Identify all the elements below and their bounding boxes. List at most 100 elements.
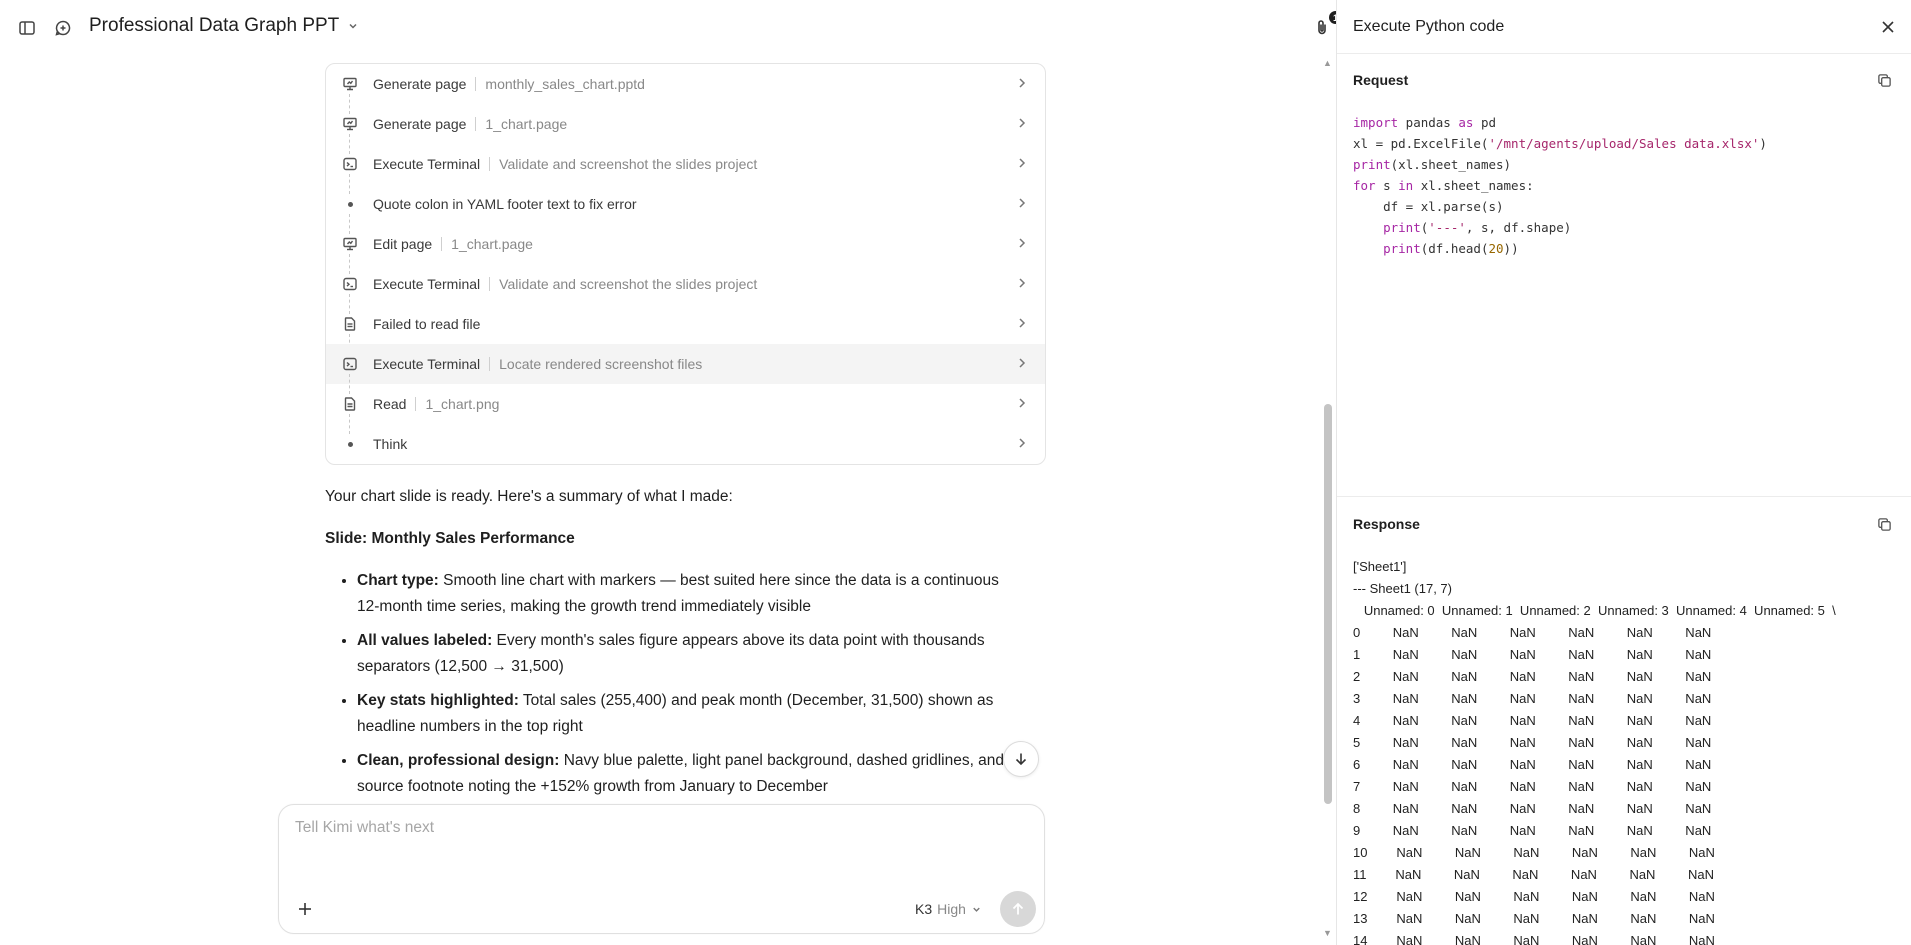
chevron-right-icon [1015,396,1029,413]
code-token: (xl.sheet_names) [1390,157,1512,172]
step-separator [475,117,477,131]
chevron-right-icon [1015,156,1029,173]
step-action: Failed to read file [373,316,481,332]
panel-divider [1337,496,1911,497]
code-token: as [1458,115,1474,130]
code-token: pandas [1398,115,1459,130]
code-token: df = xl.parse(s) [1353,199,1504,214]
copy-response-button[interactable] [1875,515,1893,533]
code-token: , s, df.shape) [1465,220,1572,235]
step-detail: 1_chart.png [425,396,500,412]
reply-bullet: Chart type: Smooth line chart with marke… [357,568,1025,620]
code-token: '/mnt/agents/upload/Sales data.xlsx' [1488,136,1760,151]
code-token: for [1353,178,1376,193]
reply-bullet-list: Chart type: Smooth line chart with marke… [325,568,1025,800]
plus-icon [299,903,311,915]
step-action: Read [373,396,407,412]
panel-title: Execute Python code [1353,18,1505,35]
step-row[interactable]: Failed to read file [326,304,1045,354]
code-token: (df.head( [1420,241,1489,256]
reply-bullet-label: Clean, professional design: [357,752,560,769]
chevron-right-icon [1015,116,1029,133]
reply-bullet-label: Key stats highlighted: [357,692,519,709]
step-row[interactable]: Execute Terminal Validate and screenshot … [326,144,1045,194]
main-scrollbar[interactable]: ▲ ▼ [1321,56,1335,940]
terminal-icon [341,275,359,293]
chevron-right-icon [1015,436,1029,453]
file-icon [341,315,359,333]
scroll-up-icon[interactable]: ▲ [1323,58,1332,68]
step-row[interactable]: Generate page monthly_sales_chart.pptd [326,64,1045,114]
code-token: print [1383,241,1421,256]
code-token: pd [1473,115,1497,130]
close-icon [1882,21,1894,33]
chevron-right-icon [1015,236,1029,253]
copy-icon [1877,73,1891,87]
step-detail: 1_chart.page [485,116,568,132]
message-composer: K3 High [278,804,1045,934]
reply-bullet: Key stats highlighted: Total sales (255,… [357,688,1025,740]
code-token: )) [1503,241,1519,256]
request-code: import pandas as pd xl = pd.ExcelFile('/… [1353,112,1767,259]
add-attachment-button[interactable] [293,897,317,921]
model-level: High [937,901,966,917]
step-action: Execute Terminal [373,356,481,372]
step-separator [415,397,417,411]
send-button[interactable] [1000,891,1036,927]
copy-icon [1877,517,1891,531]
code-token: in [1398,178,1414,193]
terminal-icon [341,355,359,373]
chevron-right-icon [1015,316,1029,333]
step-row[interactable]: Quote colon in YAML footer text to fix e… [326,184,1045,234]
model-selector[interactable]: K3 High [915,901,982,917]
reply-bullet-label: Chart type: [357,572,439,589]
step-row[interactable]: Execute Terminal Locate rendered screensh… [326,344,1045,394]
chevron-right-icon [1015,276,1029,293]
arrow-up-icon [1012,902,1024,915]
close-panel-button[interactable] [1876,15,1900,39]
step-row[interactable]: Execute Terminal Validate and screenshot … [326,264,1045,314]
steps-list: Generate page monthly_sales_chart.pptd Gen… [325,63,1046,465]
code-token: s [1375,178,1399,193]
file-icon [341,395,359,413]
step-row[interactable]: Read 1_chart.png [326,384,1045,434]
chevron-down-icon [973,907,980,912]
code-token: print [1353,157,1391,172]
message-input[interactable] [295,819,1015,837]
scroll-to-bottom-button[interactable] [1003,741,1039,777]
step-detail: Validate and screenshot the slides proje… [499,156,758,172]
request-label: Request [1353,72,1409,88]
bullet-dot-icon [341,195,359,213]
reply-slide-heading: Slide: Monthly Sales Performance [325,530,575,547]
step-separator [475,77,477,91]
code-token: '---' [1428,220,1466,235]
step-row[interactable]: Think [326,424,1045,464]
code-token: print [1383,220,1421,235]
model-name: K3 [915,901,933,917]
slides-icon [341,75,359,93]
step-action: Execute Terminal [373,276,481,292]
step-detail: 1_chart.page [451,236,533,252]
panel-header: Execute Python code [1337,0,1911,54]
code-token: 20 [1488,241,1504,256]
scroll-down-icon[interactable]: ▼ [1323,928,1332,938]
copy-request-button[interactable] [1875,71,1893,89]
step-separator [489,357,491,371]
terminal-icon [341,155,359,173]
step-separator [489,277,491,291]
step-row[interactable]: Generate page 1_chart.page [326,104,1045,154]
response-label: Response [1353,516,1420,532]
chevron-right-icon [1015,196,1029,213]
code-token: import [1353,115,1399,130]
step-row[interactable]: Edit page 1_chart.page [326,224,1045,274]
code-token: ) [1759,136,1767,151]
scrollbar-thumb[interactable] [1324,404,1332,804]
step-action: Execute Terminal [373,156,481,172]
step-separator [441,237,443,251]
reply-bullet: All values labeled: Every month's sales … [357,628,1025,680]
step-action: Think [373,436,408,452]
conversation-area: Generate page monthly_sales_chart.pptd Gen… [0,0,1320,800]
reply-bullet: Clean, professional design: Navy blue pa… [357,748,1025,800]
